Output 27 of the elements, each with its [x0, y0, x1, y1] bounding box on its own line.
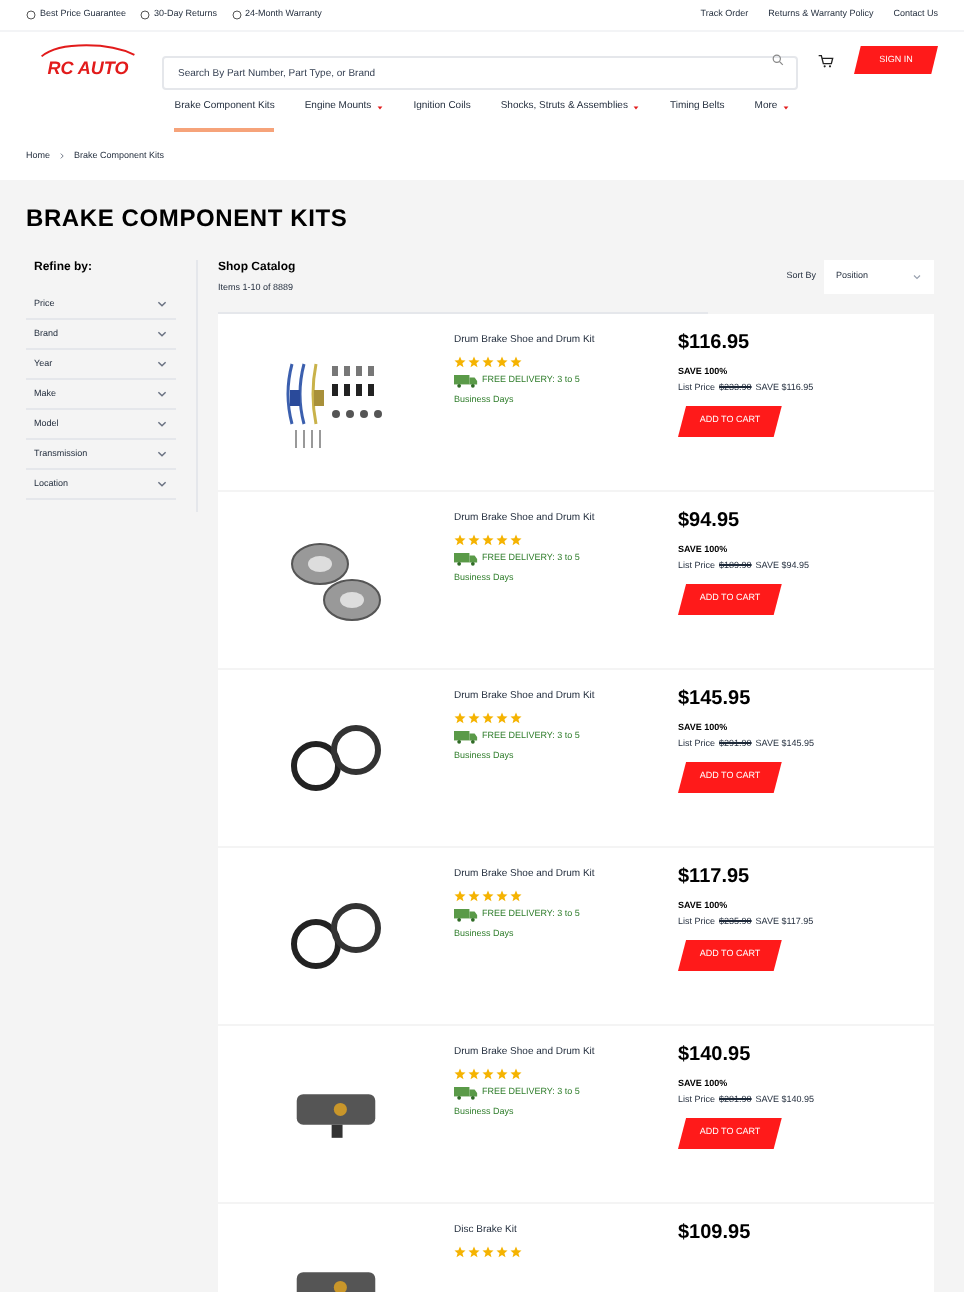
truck-icon	[454, 1085, 478, 1099]
product-price: $109.95	[678, 1224, 751, 1244]
truck-icon	[454, 907, 478, 921]
product-price: $140.95	[678, 1046, 753, 1066]
chevron-down-icon	[156, 358, 168, 370]
product-price: $116.95	[678, 334, 752, 354]
chevron-down-icon	[156, 478, 168, 490]
truck-icon	[454, 729, 478, 743]
chevron-down-icon	[156, 418, 168, 430]
badge-icon	[231, 10, 242, 20]
wheel-cylinder-drawing	[294, 1092, 378, 1140]
chevron-down-icon	[156, 298, 168, 310]
dropdown-chevron-icon	[912, 272, 922, 282]
chevron-down-icon	[156, 448, 168, 460]
cart-icon[interactable]	[818, 53, 834, 67]
search-icon[interactable]	[772, 54, 784, 66]
logo[interactable]: RC AUTO	[26, 42, 150, 78]
truck-icon	[454, 551, 478, 565]
badge-icon	[26, 10, 36, 20]
page-title: BRAKE COMPONENT KITS	[24, 202, 350, 236]
product-price: $117.95	[678, 868, 752, 888]
truck-icon	[454, 373, 478, 387]
chevron-down-icon	[156, 328, 168, 340]
product-price: $145.95	[678, 690, 753, 710]
chevron-down-icon	[156, 388, 168, 400]
badge-icon	[140, 10, 151, 20]
product-price: $94.95	[678, 512, 742, 532]
